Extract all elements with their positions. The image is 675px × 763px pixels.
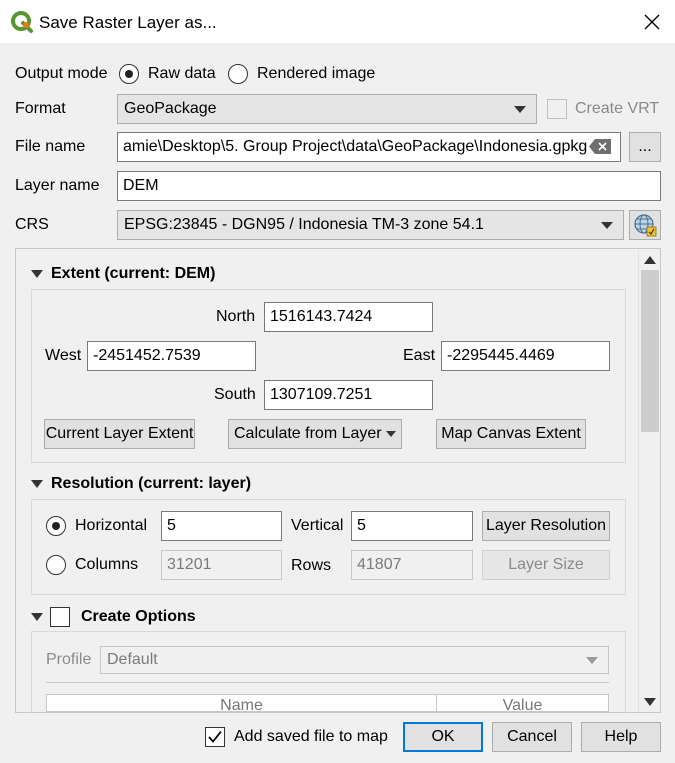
map-canvas-extent-button[interactable]: Map Canvas Extent [436, 419, 586, 449]
north-label: North [216, 308, 256, 325]
table-header-value[interactable]: Value [436, 694, 609, 712]
globe-icon [634, 214, 657, 237]
rows-input[interactable]: 41807 [351, 550, 473, 580]
add-to-map-checkbox[interactable] [205, 727, 225, 747]
crs-selector-button[interactable] [629, 210, 661, 240]
collapse-arrow-icon[interactable] [31, 480, 43, 488]
layer-name-input[interactable]: DEM [117, 171, 661, 201]
divider [46, 682, 609, 683]
calculate-from-layer-button[interactable]: Calculate from Layer [228, 419, 402, 449]
columns-label[interactable]: Columns [75, 555, 138, 575]
clear-text-icon[interactable] [589, 139, 611, 154]
create-options-checkbox[interactable] [50, 607, 70, 627]
calculate-from-layer-label: Calculate from Layer [234, 425, 382, 442]
profile-label: Profile [46, 651, 92, 668]
columns-radio[interactable] [46, 555, 66, 575]
dropdown-arrow-icon [386, 431, 396, 437]
west-input[interactable]: -2451452.7539 [87, 341, 256, 371]
chevron-down-icon [586, 657, 598, 664]
qgis-logo-icon [10, 10, 34, 34]
layer-resolution-button[interactable]: Layer Resolution [482, 511, 610, 541]
horizontal-radio[interactable] [46, 516, 66, 536]
format-label: Format [15, 100, 66, 117]
rows-label: Rows [291, 557, 332, 574]
browse-button[interactable]: ... [629, 132, 661, 162]
checkmark-icon [208, 730, 222, 743]
collapse-arrow-icon[interactable] [31, 270, 43, 278]
ok-button[interactable]: OK [403, 722, 483, 752]
file-name-label: File name [15, 138, 86, 155]
chevron-down-icon [514, 106, 526, 113]
crs-label: CRS [15, 216, 49, 233]
profile-value: Default [107, 651, 158, 668]
columns-input[interactable]: 31201 [161, 550, 282, 580]
south-label: South [214, 386, 256, 403]
crs-dropdown[interactable]: EPSG:23845 - DGN95 / Indonesia TM-3 zone… [117, 210, 624, 240]
scroll-up-icon[interactable] [644, 256, 656, 264]
scrollbar-thumb[interactable] [641, 270, 659, 432]
collapse-arrow-icon[interactable] [31, 613, 43, 621]
raw-data-label[interactable]: Raw data [148, 64, 216, 84]
window-title: Save Raster Layer as... [39, 13, 217, 32]
rendered-image-label[interactable]: Rendered image [257, 64, 375, 84]
title-bar: Save Raster Layer as... [0, 0, 675, 44]
table-header-name[interactable]: Name [46, 694, 437, 712]
output-mode-label: Output mode [15, 65, 108, 82]
help-button[interactable]: Help [581, 722, 661, 752]
close-icon [644, 14, 660, 30]
extent-section-title[interactable]: Extent (current: DEM) [51, 264, 215, 284]
east-label: East [403, 347, 436, 364]
file-name-input[interactable]: amie\Desktop\5. Group Project\data\GeoPa… [117, 132, 621, 162]
scroll-down-icon[interactable] [644, 698, 656, 706]
raw-data-radio[interactable] [119, 64, 139, 84]
format-value: GeoPackage [124, 100, 217, 117]
layer-size-button[interactable]: Layer Size [482, 550, 610, 580]
south-input[interactable]: 1307109.7251 [264, 380, 433, 410]
profile-dropdown[interactable]: Default [100, 646, 609, 674]
vertical-input[interactable]: 5 [351, 511, 473, 541]
file-name-value: amie\Desktop\5. Group Project\data\GeoPa… [123, 138, 588, 155]
create-vrt-checkbox[interactable] [547, 99, 567, 119]
rendered-image-radio[interactable] [228, 64, 248, 84]
format-dropdown[interactable]: GeoPackage [117, 94, 537, 124]
west-label: West [45, 347, 82, 364]
vertical-label: Vertical [291, 517, 344, 534]
create-options-section-title[interactable]: Create Options [81, 607, 196, 627]
create-vrt-label: Create VRT [575, 100, 660, 117]
crs-value: EPSG:23845 - DGN95 / Indonesia TM-3 zone… [124, 216, 484, 233]
north-input[interactable]: 1516143.7424 [264, 302, 433, 332]
east-input[interactable]: -2295445.4469 [441, 341, 610, 371]
add-to-map-label[interactable]: Add saved file to map [234, 727, 388, 747]
cancel-button[interactable]: Cancel [492, 722, 572, 752]
horizontal-input[interactable]: 5 [161, 511, 282, 541]
resolution-section-title[interactable]: Resolution (current: layer) [51, 474, 251, 494]
horizontal-label[interactable]: Horizontal [75, 516, 147, 536]
layer-name-label: Layer name [15, 177, 100, 194]
close-button[interactable] [630, 0, 675, 44]
chevron-down-icon [601, 222, 613, 229]
current-layer-extent-button[interactable]: Current Layer Extent [44, 419, 195, 449]
